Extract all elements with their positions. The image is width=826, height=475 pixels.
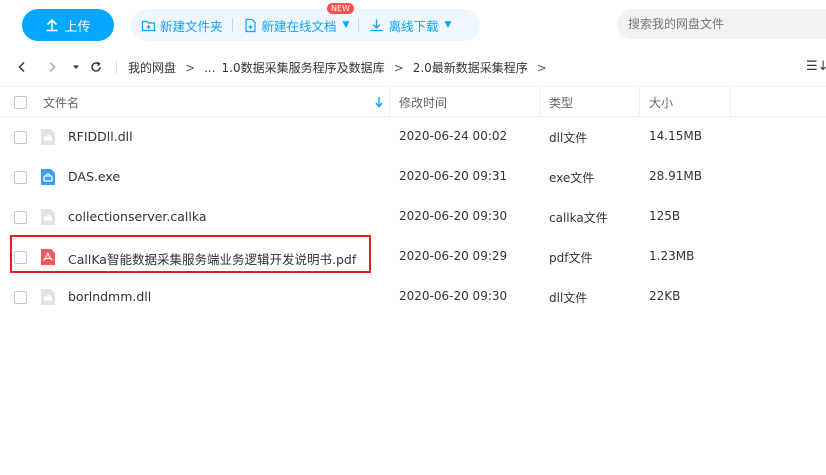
select-all-checkbox[interactable] [14,95,27,109]
upload-label: 上传 [64,19,91,35]
chevron-down-icon: ▼ [444,20,452,30]
file-type: pdf文件 [549,251,593,265]
column-header-size[interactable]: 大小 [649,87,673,117]
file-name[interactable]: collectionserver.callka [68,209,207,224]
upload-button[interactable]: 上传 [22,9,114,41]
breadcrumb-item-parent[interactable]: 1.0数据采集服务程序及数据库 [222,59,385,76]
forward-button[interactable] [44,58,60,76]
sort-descending-icon[interactable] [374,96,384,108]
new-online-doc-label: 新建在线文档 [261,18,337,34]
file-size: 28.91MB [649,169,702,183]
row-checkbox[interactable] [14,251,27,264]
file-type: exe文件 [549,171,595,185]
toolbar: 上传 新建文件夹 新建在线文档 ▼ 离线下载 ▼ NEW [0,0,826,48]
column-divider [389,87,390,117]
file-name[interactable]: borlndmm.dll [68,289,151,304]
breadcrumb: 我的网盘 > ... 1.0数据采集服务程序及数据库 > 2.0最新数据采集程序… [128,59,550,76]
table-row[interactable]: RFIDDll.dll 2020-06-24 00:02 dll文件 14.15… [0,117,826,157]
file-modified: 2020-06-20 09:30 [399,289,508,303]
download-icon [370,18,384,31]
column-header-type[interactable]: 类型 [549,87,573,117]
document-plus-icon [244,18,256,32]
select-all-checkbox-cell [14,87,27,117]
column-divider [730,87,731,117]
breadcrumb-item-ellipsis[interactable]: ... [204,61,215,75]
table-row[interactable]: DAS.exe 2020-06-20 09:31 exe文件 28.91MB [0,157,826,197]
chevron-right-icon [49,61,56,73]
table-row[interactable]: borlndmm.dll 2020-06-20 09:30 dll文件 22KB [0,277,826,317]
chevron-left-icon [18,61,25,73]
upload-icon [46,19,59,32]
table-row[interactable]: collectionserver.callka 2020-06-20 09:30… [0,197,826,237]
file-modified: 2020-06-20 09:31 [399,169,508,183]
back-button[interactable] [14,58,30,76]
file-type: callka文件 [549,211,608,225]
breadcrumb-separator-icon: > [536,60,547,75]
breadcrumb-separator-icon: > [185,60,196,75]
breadcrumb-item-current[interactable]: 2.0最新数据采集程序 [413,59,528,76]
file-size: 22KB [649,289,681,303]
offline-download-label: 离线下载 [388,18,439,34]
offline-download-button[interactable]: 离线下载 ▼ [359,9,461,41]
file-name[interactable]: DAS.exe [68,169,120,184]
generic-file-icon [41,209,55,225]
refresh-icon [91,61,101,72]
row-checkbox[interactable] [14,211,27,224]
action-group: 新建文件夹 新建在线文档 ▼ 离线下载 ▼ [131,9,480,41]
file-type: dll文件 [549,291,588,305]
refresh-button[interactable] [88,58,104,76]
divider [116,60,117,74]
caret-down-icon [73,65,79,69]
chevron-down-icon: ▼ [342,20,350,30]
file-name[interactable]: RFIDDll.dll [68,129,133,144]
column-divider [539,87,540,117]
table-row[interactable]: CallKa智能数据采集服务端业务逻辑开发说明书.pdf 2020-06-20 … [0,237,826,277]
file-type: dll文件 [549,131,588,145]
breadcrumb-item-root[interactable]: 我的网盘 [128,59,176,76]
column-header-modified[interactable]: 修改时间 [399,87,447,117]
folder-plus-icon [141,20,156,31]
breadcrumb-separator-icon: > [393,60,404,75]
file-modified: 2020-06-24 00:02 [399,129,508,143]
file-modified: 2020-06-20 09:30 [399,209,508,223]
row-checkbox[interactable] [14,291,27,304]
table-header: 文件名 修改时间 类型 大小 [0,86,826,117]
history-dropdown-button[interactable] [68,58,84,76]
column-divider [639,87,640,117]
row-checkbox[interactable] [14,171,27,184]
view-mode-icon[interactable]: ☰↓ [806,59,826,74]
column-header-name[interactable]: 文件名 [43,87,79,117]
new-badge: NEW [327,3,354,14]
file-size: 14.15MB [649,129,702,143]
file-size: 1.23MB [649,249,695,263]
new-folder-label: 新建文件夹 [160,18,223,34]
search-input[interactable] [617,9,826,39]
new-folder-button[interactable]: 新建文件夹 [131,9,233,41]
file-name[interactable]: CallKa智能数据采集服务端业务逻辑开发说明书.pdf [68,249,356,268]
file-size: 125B [649,209,681,223]
pdf-file-icon [41,249,55,265]
generic-file-icon [41,289,55,305]
file-modified: 2020-06-20 09:29 [399,249,508,263]
row-checkbox[interactable] [14,131,27,144]
exe-file-icon [41,169,55,185]
generic-file-icon [41,129,55,145]
navigation-bar: 我的网盘 > ... 1.0数据采集服务程序及数据库 > 2.0最新数据采集程序… [0,48,826,86]
